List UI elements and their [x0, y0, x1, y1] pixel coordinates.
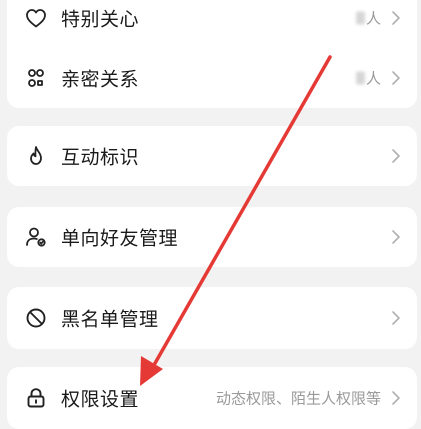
blacklist-label: 黑名单管理 — [61, 308, 159, 331]
heart-icon — [24, 6, 48, 30]
interaction-badge-label: 互动标识 — [61, 146, 140, 169]
permissions-row[interactable]: 权限设置 动态权限、陌生人权限等 — [7, 367, 417, 429]
special-care-count: 人 — [355, 8, 381, 29]
permissions-card: 权限设置 动态权限、陌生人权限等 — [7, 367, 417, 429]
blacklist-card: 黑名单管理 — [7, 287, 417, 349]
contacts-card: 特别关心 人 亲密关系 人 — [7, 0, 417, 108]
user-settings-icon — [24, 225, 48, 249]
block-icon — [24, 306, 48, 330]
intimate-relation-row[interactable]: 亲密关系 人 — [7, 48, 417, 108]
obscured-digit — [355, 11, 365, 25]
intimate-relation-label: 亲密关系 — [61, 68, 140, 91]
chevron-right-icon — [391, 148, 401, 164]
interaction-card: 互动标识 — [7, 126, 417, 186]
lock-icon — [24, 386, 48, 410]
special-care-row[interactable]: 特别关心 人 — [7, 0, 417, 48]
chevron-right-icon — [391, 310, 401, 326]
chevron-right-icon — [391, 390, 401, 406]
chevron-right-icon — [391, 10, 401, 26]
people-icon — [24, 66, 48, 90]
obscured-digit — [355, 71, 365, 85]
blacklist-row[interactable]: 黑名单管理 — [7, 287, 417, 349]
interaction-badge-row[interactable]: 互动标识 — [7, 126, 417, 186]
one-way-friends-card: 单向好友管理 — [7, 207, 417, 267]
fire-icon — [24, 144, 48, 168]
chevron-right-icon — [391, 70, 401, 86]
chevron-right-icon — [391, 229, 401, 245]
one-way-friends-row[interactable]: 单向好友管理 — [7, 207, 417, 267]
intimate-relation-count: 人 — [355, 68, 381, 89]
special-care-label: 特别关心 — [61, 8, 140, 31]
permissions-label: 权限设置 — [61, 388, 140, 411]
one-way-friends-label: 单向好友管理 — [61, 227, 179, 250]
permissions-summary: 动态权限、陌生人权限等 — [215, 389, 381, 408]
